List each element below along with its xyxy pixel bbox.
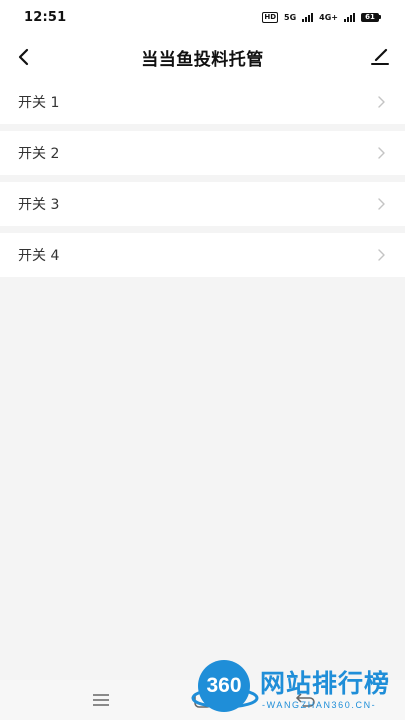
network-4g-label: 4G+ (319, 12, 338, 22)
list-item-switch-2[interactable]: 开关 2 (0, 131, 405, 175)
watermark: 360 网站排行榜 -WANGZHAN360.CN- (190, 656, 405, 720)
back-button[interactable] (12, 43, 36, 71)
chevron-right-icon (375, 146, 387, 160)
status-icons: HD 5G 4G+ 61 (262, 11, 381, 23)
list-item-switch-1[interactable]: 开关 1 (0, 80, 405, 124)
switch-list: 开关 1 开关 2 开关 3 开关 4 (0, 80, 405, 284)
app-header: 当当鱼投料托管 (0, 34, 405, 80)
list-item-label: 开关 4 (18, 248, 60, 264)
nav-recents-button[interactable] (91, 692, 111, 708)
menu-icon (93, 694, 109, 706)
chevron-right-icon (375, 95, 387, 109)
battery-level: 61 (361, 12, 379, 22)
network-5g-label: 5G (284, 12, 297, 22)
watermark-text: 网站排行榜 (260, 669, 391, 698)
pencil-icon (371, 48, 389, 65)
list-item-switch-4[interactable]: 开关 4 (0, 233, 405, 277)
chevron-right-icon (375, 197, 387, 211)
watermark-logo: 360 (198, 660, 250, 712)
hd-badge: HD (262, 11, 279, 23)
status-bar: 12:51 HD 5G 4G+ 61 (0, 0, 405, 34)
watermark-subtext: -WANGZHAN360.CN- (262, 700, 377, 710)
list-item-label: 开关 3 (18, 197, 60, 213)
list-item-label: 开关 1 (18, 95, 60, 111)
status-time: 12:51 (24, 9, 67, 25)
signal-icon (302, 12, 314, 22)
list-item-switch-3[interactable]: 开关 3 (0, 182, 405, 226)
battery-icon: 61 (361, 12, 381, 22)
list-item-label: 开关 2 (18, 146, 60, 162)
chevron-right-icon (375, 248, 387, 262)
chevron-left-icon (18, 48, 29, 66)
page-title: 当当鱼投料托管 (141, 49, 264, 70)
signal-icon-2 (344, 12, 355, 22)
edit-button[interactable] (367, 43, 393, 71)
